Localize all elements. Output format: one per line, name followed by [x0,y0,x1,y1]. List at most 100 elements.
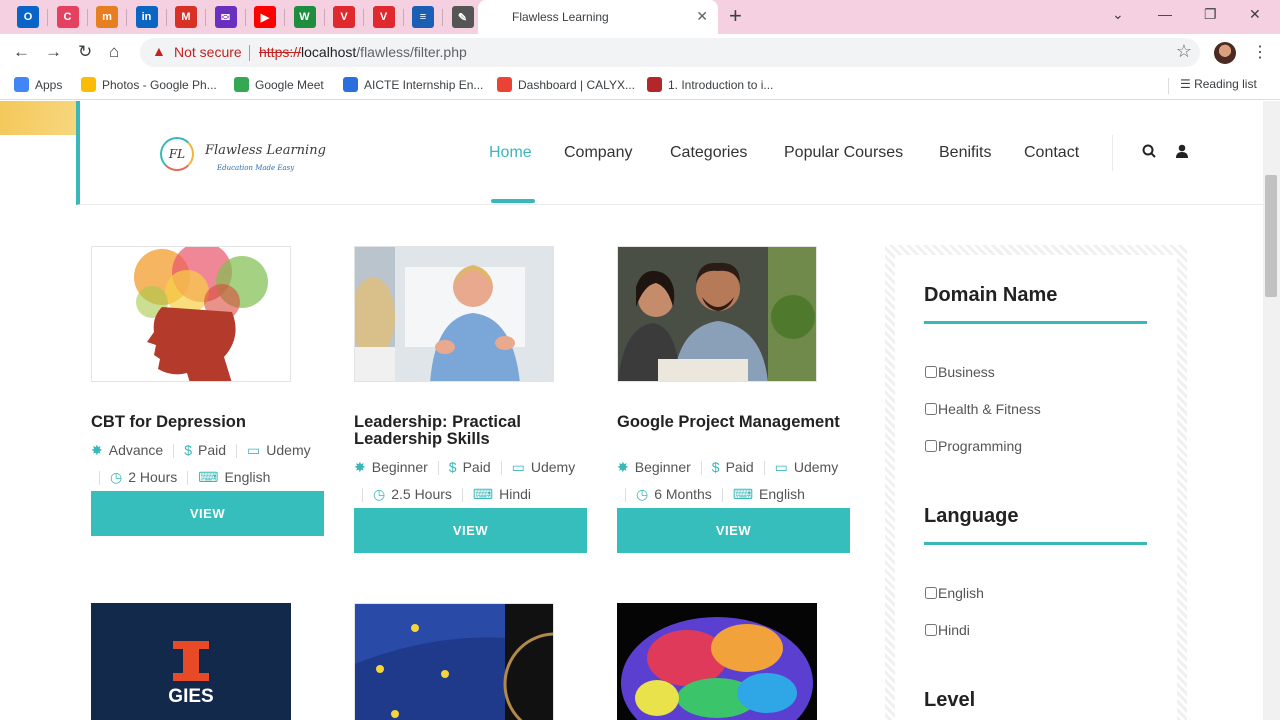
bookmark-item[interactable]: Photos - Google Ph... [81,77,217,92]
outlook-icon[interactable]: O [17,6,39,28]
bookmark-label: 1. Introduction to i... [668,77,774,92]
user-icon[interactable] [1176,144,1188,161]
course-image-head[interactable] [91,246,291,382]
tab-separator [47,9,48,26]
course-platform: Udemy [530,459,576,475]
browser-tab-strip: O Cm in M ✉ ▶ W V V ≡ ✎ Flawless Learning ✕ + ⌄ — … [0,0,1280,34]
option-label: Programming [938,438,1023,454]
level-icon: ✸ [91,442,103,458]
url-scheme: https:// [259,44,302,60]
w-icon[interactable]: W [293,6,316,28]
back-icon[interactable]: ← [13,42,30,62]
checkbox-health-fitness[interactable] [925,403,937,415]
reading-list-button[interactable]: ☰ Reading list [1180,77,1257,91]
logo-name[interactable]: Flawless Learning [205,143,326,158]
course-language: English [759,486,805,502]
clock-icon: ◷ [373,486,386,502]
menu-icon[interactable]: ⋮ [1252,42,1268,62]
course-title[interactable]: Google Project Management [617,414,857,431]
filter-option-english[interactable]: English [924,585,984,601]
nav-benifits[interactable]: Benifits [939,144,991,162]
bookmark-item[interactable]: Google Meet [234,77,324,92]
profile-avatar[interactable] [1214,42,1236,64]
omnibox-divider [249,45,250,61]
filter-option-health-fitness[interactable]: Health & Fitness [924,401,1041,417]
filter-option-hindi[interactable]: Hindi [924,622,970,638]
scrollbar-thumb[interactable] [1265,175,1277,297]
checkbox-english[interactable] [925,587,937,599]
view-button[interactable]: VIEW [617,508,850,553]
price-icon: $ [184,442,193,458]
reading-list-icon: ☰ [1180,77,1195,91]
url-host: localhost [301,44,357,60]
course-title[interactable]: Leadership: Practical Leadership Skills [354,414,594,448]
m-icon[interactable]: m [96,6,118,28]
nav-home[interactable]: Home [489,144,532,162]
course-platform: Udemy [793,459,839,475]
linkedin-icon[interactable]: in [135,6,158,28]
filter-option-business[interactable]: Business [924,364,995,380]
doc-icon[interactable]: ≡ [412,6,434,28]
platform-icon: ▭ [247,442,261,458]
bookmark-star-icon[interactable]: ☆ [1176,41,1192,62]
language-icon: ⌨ [472,486,494,502]
course-platform: Udemy [266,442,311,458]
new-tab-icon[interactable]: + [729,5,742,27]
nav-contact[interactable]: Contact [1024,144,1079,162]
minimize-icon[interactable]: — [1158,6,1172,22]
course-title[interactable]: CBT for Depression [91,414,331,431]
tab-search-icon[interactable]: ⌄ [1112,6,1124,23]
pen-icon[interactable]: ✎ [451,6,474,28]
mail-icon[interactable]: ✉ [214,6,237,28]
course-image-leadership[interactable] [354,246,554,382]
checkbox-programming[interactable] [925,440,937,452]
v-icon[interactable]: V [372,6,395,28]
close-window-icon[interactable]: ✕ [1249,6,1261,23]
bookmark-favicon [234,77,249,92]
reload-icon[interactable]: ↻ [78,42,92,62]
corner-decoration [0,101,78,135]
nav-categories[interactable]: Categories [670,144,747,162]
course-duration: 2.5 Hours [391,486,452,502]
address-bar[interactable]: ▲ Not secure https://localhost/flawless/… [140,38,1200,67]
tab-separator [244,9,246,26]
forward-icon[interactable]: → [45,42,62,62]
checkbox-hindi[interactable] [925,624,937,636]
page-viewport: FL Flawless Learning Education Made Easy… [0,101,1263,720]
nav-popular-courses[interactable]: Popular Courses [784,144,903,162]
bookmark-label: Apps [35,77,63,92]
youtube-icon[interactable]: ▶ [254,6,276,28]
nav-company[interactable]: Company [564,144,632,162]
filter-option-programming[interactable]: Programming [924,438,1022,454]
course-image-project[interactable] [617,246,817,382]
course-duration: 2 Hours [128,469,178,485]
course-meta-2: ◷ 6 Months ⌨ English [617,486,857,503]
clock-icon: ◷ [110,469,123,485]
course-image-brain[interactable] [617,603,817,720]
bookmark-item[interactable]: AICTE Internship En... [343,77,483,92]
checkbox-business[interactable] [925,366,937,378]
view-button[interactable]: VIEW [91,491,324,536]
course-price: Paid [198,442,227,458]
gmail-icon[interactable]: M [175,6,197,28]
clock-icon: ◷ [636,486,649,502]
canva-icon[interactable]: C [56,6,79,28]
filter-sidebar [895,255,1177,720]
close-tab-icon[interactable]: ✕ [696,8,708,25]
bookmark-item[interactable]: 1. Introduction to i... [647,77,773,92]
bookmark-item[interactable]: Dashboard | CALYX... [497,77,635,92]
restore-icon[interactable]: ❐ [1204,6,1217,23]
v-icon[interactable]: V [333,6,355,28]
search-icon[interactable] [1142,144,1156,162]
course-image-gies[interactable]: GIES [91,603,291,720]
home-icon[interactable]: ⌂ [109,42,119,62]
bookmark-item[interactable]: Apps [14,77,62,92]
view-button[interactable]: VIEW [354,508,587,553]
tab-flawless-learning[interactable]: Flawless Learning ✕ [478,0,718,34]
price-icon: $ [711,459,720,475]
browser-toolbar: ← → ↻ ⌂ ▲ Not secure https://localhost/f… [0,34,1280,72]
logo-icon[interactable]: FL [160,137,194,171]
course-level: Beginner [371,459,428,475]
tab-separator [86,9,88,26]
course-image-eu[interactable] [354,603,554,720]
